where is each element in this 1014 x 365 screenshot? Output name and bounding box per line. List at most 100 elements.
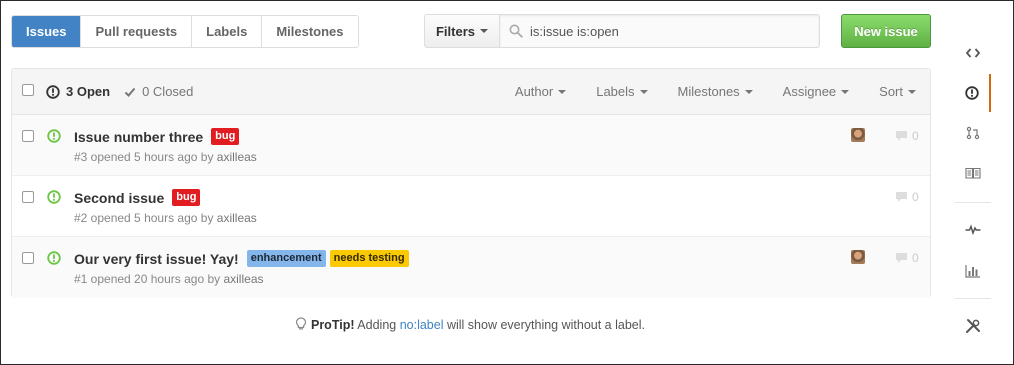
comment-count: 0 xyxy=(912,251,919,265)
issue-label[interactable]: enhancement xyxy=(246,250,326,267)
issue-checkbox[interactable] xyxy=(22,191,34,203)
issue-title-line: Second issue bug xyxy=(74,189,201,206)
pull-request-icon xyxy=(966,126,980,140)
issue-opened-icon xyxy=(47,251,61,265)
open-count: 3 Open xyxy=(66,84,111,99)
issue-author-link[interactable]: axilleas xyxy=(223,272,263,286)
protip-text-before: Adding xyxy=(354,318,400,332)
issue-title-line: Our very first issue! Yay! enhancement ne… xyxy=(74,250,409,267)
author-filter-label: Author xyxy=(514,84,554,99)
pulse-icon xyxy=(965,224,981,235)
sort-filter-label: Sort xyxy=(879,84,903,99)
caret-down-icon xyxy=(908,89,916,94)
sidebar-item-code[interactable] xyxy=(955,34,991,72)
issue-row[interactable]: Our very first issue! Yay! enhancement ne… xyxy=(12,237,930,298)
issue-opened-icon xyxy=(46,84,60,99)
issue-author-link[interactable]: axilleas xyxy=(217,211,257,225)
tab-milestones[interactable]: Milestones xyxy=(261,16,358,47)
comment-count: 0 xyxy=(912,190,919,204)
comment-icon xyxy=(896,131,907,141)
labels-filter[interactable]: Labels xyxy=(596,84,648,99)
issue-comments-link[interactable]: 0 xyxy=(895,129,919,143)
author-filter[interactable]: Author xyxy=(514,84,567,99)
caret-down-icon xyxy=(639,89,648,94)
search-input[interactable] xyxy=(530,15,815,47)
milestones-filter[interactable]: Milestones xyxy=(678,84,753,99)
issue-label[interactable]: bug xyxy=(172,189,201,206)
issue-meta-text: #3 opened 5 hours ago by xyxy=(74,150,217,164)
sidebar-item-wiki[interactable] xyxy=(955,154,991,192)
sort-filter[interactable]: Sort xyxy=(879,84,916,99)
issue-comments-link[interactable]: 0 xyxy=(895,190,919,204)
sidebar-item-pull-requests[interactable] xyxy=(955,114,991,152)
issue-row[interactable]: Second issue bug #2 opened 5 hours ago b… xyxy=(12,176,930,237)
sidebar-item-issues[interactable] xyxy=(955,74,991,112)
caret-down-icon xyxy=(558,89,567,94)
issue-meta-text: #1 opened 20 hours ago by xyxy=(74,272,224,286)
protip-prefix: ProTip! xyxy=(310,318,355,332)
issue-meta: #1 opened 20 hours ago by axilleas xyxy=(74,272,264,286)
closed-issues-link[interactable]: 0 Closed xyxy=(124,84,193,99)
comment-icon xyxy=(896,192,907,202)
table-filters: Author Labels Milestones Assignee Sort xyxy=(485,84,916,99)
open-issues-link[interactable]: 3 Open xyxy=(46,84,110,99)
issue-title-line: Issue number three bug xyxy=(74,128,240,145)
issue-title-link[interactable]: Issue number three xyxy=(74,129,203,145)
assignee-filter[interactable]: Assignee xyxy=(782,84,850,99)
tab-labels[interactable]: Labels xyxy=(191,16,262,47)
filters-label: Filters xyxy=(435,23,475,39)
wiki-book-icon xyxy=(965,167,981,179)
check-icon xyxy=(124,87,136,97)
caret-down-icon xyxy=(841,89,850,94)
protip-text-after: will show everything without a label. xyxy=(443,318,645,332)
issue-label[interactable]: needs testing xyxy=(329,250,409,267)
assignee-filter-label: Assignee xyxy=(782,84,837,99)
assignee-avatar[interactable] xyxy=(851,250,865,264)
tab-pull-requests[interactable]: Pull requests xyxy=(80,16,192,47)
issue-opened-icon xyxy=(47,129,61,143)
issue-meta-text: #2 opened 5 hours ago by xyxy=(74,211,217,225)
caret-down-icon xyxy=(480,29,488,33)
closed-count: 0 Closed xyxy=(142,84,194,99)
issue-comments-link[interactable]: 0 xyxy=(895,251,919,265)
light-bulb-icon xyxy=(295,317,307,330)
issue-list: Issue number three bug #3 opened 5 hours… xyxy=(12,115,930,298)
sidebar-divider xyxy=(955,298,991,299)
issue-author-link[interactable]: axilleas xyxy=(217,150,257,164)
select-all-checkbox[interactable] xyxy=(22,84,34,96)
comment-icon xyxy=(896,253,907,263)
issue-row[interactable]: Issue number three bug #3 opened 5 hours… xyxy=(12,115,930,176)
search-icon xyxy=(509,24,523,38)
sidebar-divider xyxy=(955,202,991,203)
issue-meta: #3 opened 5 hours ago by axilleas xyxy=(74,150,257,164)
issue-meta: #2 opened 5 hours ago by axilleas xyxy=(74,211,257,225)
sidebar-item-pulse[interactable] xyxy=(955,210,991,248)
labels-filter-label: Labels xyxy=(596,84,635,99)
issues-table: 3 Open 0 Closed Author Labels Milestones… xyxy=(11,68,931,298)
protip-no-label-link[interactable]: no:label xyxy=(400,318,444,332)
issue-checkbox[interactable] xyxy=(22,130,34,142)
issue-label[interactable]: bug xyxy=(211,128,240,145)
new-issue-button[interactable]: New issue xyxy=(841,14,931,48)
issue-opened-icon xyxy=(47,190,61,204)
issue-title-link[interactable]: Second issue xyxy=(74,190,164,206)
graph-icon xyxy=(965,265,980,278)
issues-subnav: Issues Pull requests Labels Milestones xyxy=(11,15,359,48)
comment-count: 0 xyxy=(912,129,919,143)
protip: ProTip! Adding no:label will show everyt… xyxy=(0,317,940,332)
milestones-filter-label: Milestones xyxy=(677,84,740,99)
issue-state-toggle: 3 Open 0 Closed xyxy=(46,84,193,99)
issue-title-link[interactable]: Our very first issue! Yay! xyxy=(74,251,239,267)
settings-tools-icon xyxy=(966,319,980,333)
tab-issues[interactable]: Issues xyxy=(12,16,81,47)
sidebar-item-graphs[interactable] xyxy=(955,252,991,290)
issue-checkbox[interactable] xyxy=(22,252,34,264)
issue-search-box xyxy=(499,14,820,48)
sidebar-item-settings[interactable] xyxy=(955,307,991,345)
filters-dropdown-button[interactable]: Filters xyxy=(424,14,500,48)
issue-opened-icon xyxy=(965,86,979,100)
table-header: 3 Open 0 Closed Author Labels Milestones… xyxy=(12,69,930,115)
assignee-avatar[interactable] xyxy=(851,128,865,142)
code-icon xyxy=(966,48,980,58)
caret-down-icon xyxy=(744,89,753,94)
